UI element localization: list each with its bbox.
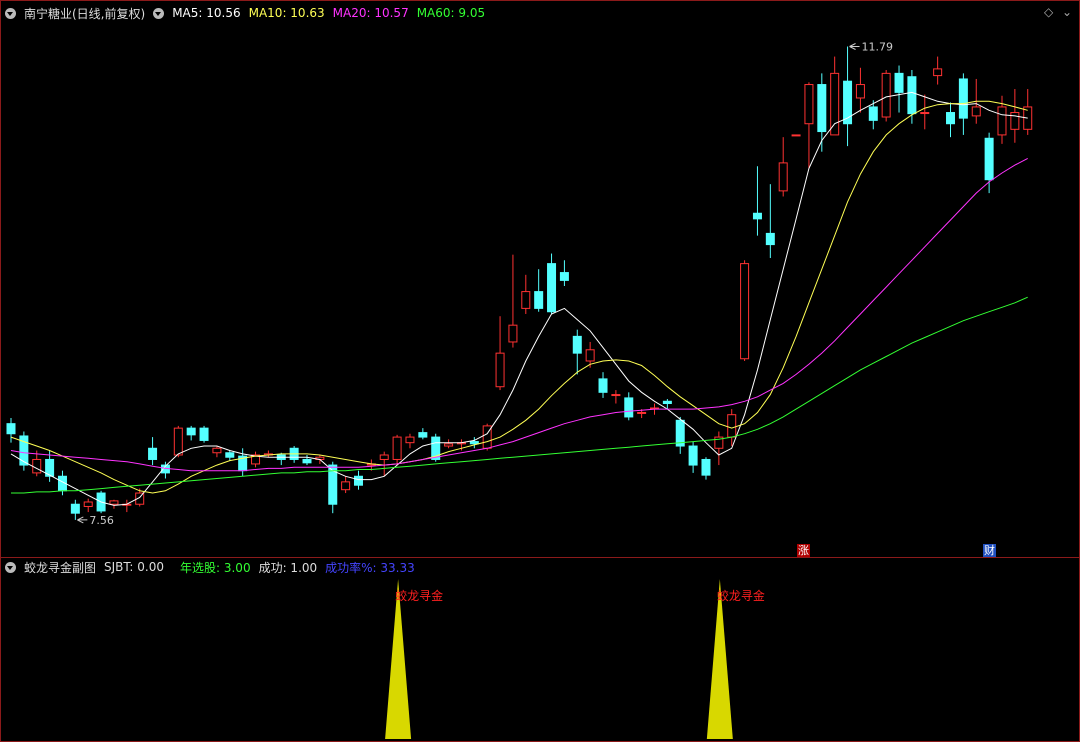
annotation-arrow bbox=[849, 43, 860, 50]
ma60-line bbox=[11, 296, 1028, 494]
candle-down bbox=[843, 80, 853, 125]
candle-down bbox=[984, 137, 994, 181]
candle-down bbox=[701, 458, 711, 476]
candle-up bbox=[521, 291, 531, 309]
collapse-icon[interactable] bbox=[5, 561, 16, 573]
candle-down bbox=[547, 263, 557, 313]
candle-down bbox=[907, 76, 917, 115]
candle-up bbox=[212, 447, 222, 454]
candle-up bbox=[173, 427, 183, 456]
signal-label: 蛟龙寻金 bbox=[395, 588, 443, 603]
signal-label: 蛟龙寻金 bbox=[717, 588, 765, 603]
candle-down bbox=[662, 400, 672, 405]
candle-down bbox=[418, 432, 428, 438]
candle-down bbox=[752, 212, 762, 220]
candle-down bbox=[559, 272, 569, 281]
candle-up bbox=[392, 436, 402, 460]
candle-up bbox=[1010, 112, 1020, 130]
candle-down bbox=[624, 397, 634, 418]
candle-up bbox=[379, 454, 389, 460]
candle-up bbox=[508, 324, 518, 343]
candle-up bbox=[881, 72, 891, 118]
candle-down bbox=[186, 427, 196, 436]
candle-up bbox=[933, 68, 943, 77]
candle-down bbox=[946, 112, 956, 125]
annotation-arrow bbox=[77, 516, 88, 524]
candle-down bbox=[572, 335, 582, 354]
candle-down bbox=[958, 78, 968, 119]
candle-down bbox=[868, 106, 878, 121]
candle-down bbox=[817, 84, 827, 133]
candle-down bbox=[469, 441, 479, 445]
candle-up bbox=[405, 436, 415, 444]
candle-up bbox=[740, 263, 750, 360]
candle-up bbox=[997, 106, 1007, 136]
candle-up bbox=[920, 112, 930, 115]
ma10-line bbox=[10, 100, 1028, 494]
candle-down bbox=[148, 447, 158, 460]
candle-up bbox=[804, 84, 814, 125]
candle-down bbox=[534, 291, 544, 309]
candle-up bbox=[855, 84, 865, 99]
candle-up bbox=[341, 481, 351, 491]
candle-up bbox=[830, 72, 840, 136]
candle-down bbox=[765, 232, 775, 246]
high-annotation: 11.79 bbox=[862, 41, 894, 54]
candle-up bbox=[611, 394, 621, 397]
annual-label: 年选股: 3.00 bbox=[180, 560, 251, 575]
low-annotation: 7.56 bbox=[89, 514, 114, 527]
candle-up bbox=[444, 443, 454, 447]
success-label: 成功: 1.00 bbox=[258, 560, 318, 575]
candle-up bbox=[971, 106, 981, 117]
candle-up bbox=[778, 162, 788, 192]
indicator-name[interactable]: 蛟龙寻金副图 bbox=[24, 559, 96, 576]
signal-spike bbox=[706, 579, 733, 739]
candle-up bbox=[495, 352, 505, 388]
ma20-line bbox=[10, 157, 1028, 472]
sjbt-label: SJBT: 0.00 bbox=[104, 560, 164, 574]
rate-label: 成功率%: 33.33 bbox=[325, 560, 415, 575]
candle-up bbox=[32, 458, 42, 474]
candle-down bbox=[302, 458, 312, 464]
candle-up bbox=[109, 500, 119, 505]
candle-up bbox=[637, 411, 647, 414]
candle-up bbox=[585, 349, 595, 362]
candle-down bbox=[199, 427, 209, 441]
candle-up bbox=[83, 501, 93, 507]
candle-up bbox=[727, 414, 737, 438]
candle-up bbox=[791, 134, 801, 137]
candle-down bbox=[688, 445, 698, 466]
finance-badge[interactable]: 财 bbox=[983, 544, 996, 557]
chart-canvas: 11.79 7.56 蛟龙寻金 蛟龙寻金 bbox=[6, 41, 1033, 739]
candle-down bbox=[894, 72, 904, 93]
candle-down bbox=[353, 475, 363, 486]
candle-down bbox=[70, 503, 80, 514]
sub-chart-header: 蛟龙寻金副图 SJBT: 0.00 年选股: 3.00 成功: 1.00 成功率… bbox=[5, 558, 423, 576]
candle-down bbox=[598, 378, 608, 393]
candle-down bbox=[225, 452, 235, 458]
candle-down bbox=[6, 423, 16, 435]
rise-badge[interactable]: 涨 bbox=[797, 544, 810, 557]
chart-window: 南宁糖业(日线,前复权) MA5: 10.56 MA10: 10.63 MA20… bbox=[0, 0, 1080, 742]
signal-spike bbox=[385, 579, 412, 739]
